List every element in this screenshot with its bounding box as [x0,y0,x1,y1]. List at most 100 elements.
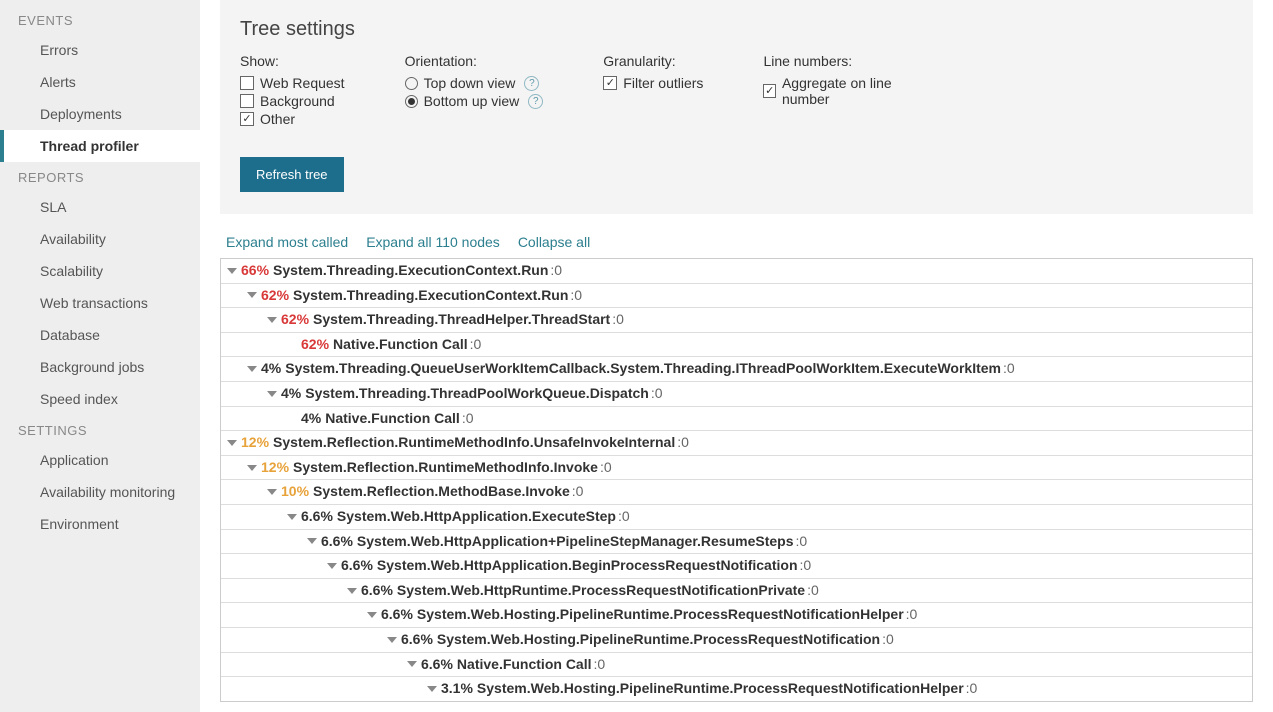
option-label: Bottom up view [424,93,520,109]
caret-down-icon[interactable] [287,514,297,520]
method-name: Native.Function Call [333,335,468,355]
caret-down-icon[interactable] [247,292,257,298]
method-name: Native.Function Call [325,409,460,429]
collapse-all-link[interactable]: Collapse all [518,234,590,250]
method-name: System.Web.HttpRuntime.ProcessRequestNot… [397,581,805,601]
sidebar-item-background-jobs[interactable]: Background jobs [0,351,200,383]
sidebar-item-speed-index[interactable]: Speed index [0,383,200,415]
sidebar-item-alerts[interactable]: Alerts [0,66,200,98]
checkbox-icon[interactable] [240,94,254,108]
tree-row[interactable]: 10%System.Reflection.MethodBase.Invoke :… [221,480,1252,505]
radio-icon[interactable] [405,77,418,90]
show-option-background[interactable]: Background [240,93,345,109]
line-suffix: :0 [572,482,584,502]
filter-outliers-label: Filter outliers [623,75,703,91]
sidebar-item-scalability[interactable]: Scalability [0,255,200,287]
tree-row[interactable]: 3.1%System.Web.Hosting.PipelineRuntime.P… [221,677,1252,701]
method-name: System.Web.HttpApplication.BeginProcessR… [377,556,798,576]
percentage: 12% [241,433,269,453]
caret-down-icon[interactable] [247,366,257,372]
checkbox-icon[interactable] [240,76,254,90]
sidebar-section-header: REPORTS [0,162,200,191]
caret-down-icon[interactable] [367,612,377,618]
option-label: Other [260,111,295,127]
method-name: Native.Function Call [457,655,592,675]
show-heading: Show: [240,53,345,69]
orientation-option-bottom-up-view[interactable]: Bottom up view? [405,93,544,109]
caret-down-icon[interactable] [427,686,437,692]
sidebar-item-deployments[interactable]: Deployments [0,98,200,130]
sidebar-item-environment[interactable]: Environment [0,508,200,540]
sidebar-item-availability-monitoring[interactable]: Availability monitoring [0,476,200,508]
tree-row[interactable]: 6.6%System.Web.Hosting.PipelineRuntime.P… [221,628,1252,653]
checkbox-icon[interactable]: ✓ [603,76,617,90]
tree-row[interactable]: 62%System.Threading.ThreadHelper.ThreadS… [221,308,1252,333]
caret-down-icon[interactable] [347,588,357,594]
sidebar-item-sla[interactable]: SLA [0,191,200,223]
method-name: System.Web.HttpApplication.ExecuteStep [337,507,616,527]
tree-row[interactable]: 62%Native.Function Call :0 [221,333,1252,358]
tree-settings-panel: Tree settings Show: Web RequestBackgroun… [220,0,1253,214]
sidebar-item-availability[interactable]: Availability [0,223,200,255]
caret-down-icon[interactable] [327,563,337,569]
method-name: System.Web.Hosting.PipelineRuntime.Proce… [417,605,904,625]
tree-row[interactable]: 4%System.Threading.QueueUserWorkItemCall… [221,357,1252,382]
tree-row[interactable]: 6.6%System.Web.HttpApplication+PipelineS… [221,530,1252,555]
tree-row[interactable]: 6.6%System.Web.Hosting.PipelineRuntime.P… [221,603,1252,628]
method-name: System.Web.HttpApplication+PipelineStepM… [357,532,794,552]
line-suffix: :0 [1003,359,1015,379]
caret-down-icon[interactable] [267,391,277,397]
tree-row[interactable]: 6.6%Native.Function Call :0 [221,653,1252,678]
radio-icon[interactable] [405,95,418,108]
expand-all-link[interactable]: Expand all 110 nodes [366,234,500,250]
checkbox-icon[interactable]: ✓ [240,112,254,126]
tree-actions: Expand most called Expand all 110 nodes … [220,234,1253,258]
percentage: 6.6% [381,605,413,625]
line-suffix: :0 [807,581,819,601]
sidebar-item-web-transactions[interactable]: Web transactions [0,287,200,319]
tree-row[interactable]: 4%Native.Function Call :0 [221,407,1252,432]
method-name: System.Reflection.RuntimeMethodInfo.Unsa… [273,433,675,453]
tree-row[interactable]: 4%System.Threading.ThreadPoolWorkQueue.D… [221,382,1252,407]
aggregate-linenumber-option[interactable]: ✓ Aggregate on line number [763,75,923,107]
aggregate-linenumber-label: Aggregate on line number [782,75,923,107]
option-label: Background [260,93,335,109]
tree-row[interactable]: 12%System.Reflection.RuntimeMethodInfo.U… [221,431,1252,456]
show-option-web-request[interactable]: Web Request [240,75,345,91]
method-name: System.Web.Hosting.PipelineRuntime.Proce… [437,630,880,650]
show-option-other[interactable]: ✓ Other [240,111,345,127]
caret-down-icon[interactable] [407,661,417,667]
caret-down-icon[interactable] [227,440,237,446]
method-name: System.Threading.ThreadPoolWorkQueue.Dis… [305,384,649,404]
expand-most-called-link[interactable]: Expand most called [226,234,348,250]
percentage: 12% [261,458,289,478]
caret-down-icon[interactable] [307,538,317,544]
percentage: 6.6% [361,581,393,601]
refresh-tree-button[interactable]: Refresh tree [240,157,344,192]
line-suffix: :0 [651,384,663,404]
caret-down-icon[interactable] [247,465,257,471]
tree-row[interactable]: 62%System.Threading.ExecutionContext.Run… [221,284,1252,309]
caret-down-icon[interactable] [267,317,277,323]
tree-row[interactable]: 66%System.Threading.ExecutionContext.Run… [221,259,1252,284]
line-suffix: :0 [796,532,808,552]
help-icon[interactable]: ? [524,76,539,91]
percentage: 6.6% [301,507,333,527]
sidebar-item-database[interactable]: Database [0,319,200,351]
orientation-option-top-down-view[interactable]: Top down view? [405,75,544,91]
tree-row[interactable]: 6.6%System.Web.HttpRuntime.ProcessReques… [221,579,1252,604]
caret-down-icon[interactable] [267,489,277,495]
filter-outliers-option[interactable]: ✓ Filter outliers [603,75,703,91]
checkbox-icon[interactable]: ✓ [763,84,776,98]
sidebar-item-thread-profiler[interactable]: Thread profiler [0,130,200,162]
sidebar: EVENTSErrorsAlertsDeploymentsThread prof… [0,0,200,712]
line-suffix: :0 [550,261,562,281]
tree-row[interactable]: 6.6%System.Web.HttpApplication.BeginProc… [221,554,1252,579]
sidebar-item-application[interactable]: Application [0,444,200,476]
tree-row[interactable]: 6.6%System.Web.HttpApplication.ExecuteSt… [221,505,1252,530]
caret-down-icon[interactable] [227,268,237,274]
help-icon[interactable]: ? [528,94,543,109]
method-name: System.Threading.ExecutionContext.Run [293,286,568,306]
tree-row[interactable]: 12%System.Reflection.RuntimeMethodInfo.I… [221,456,1252,481]
sidebar-item-errors[interactable]: Errors [0,34,200,66]
